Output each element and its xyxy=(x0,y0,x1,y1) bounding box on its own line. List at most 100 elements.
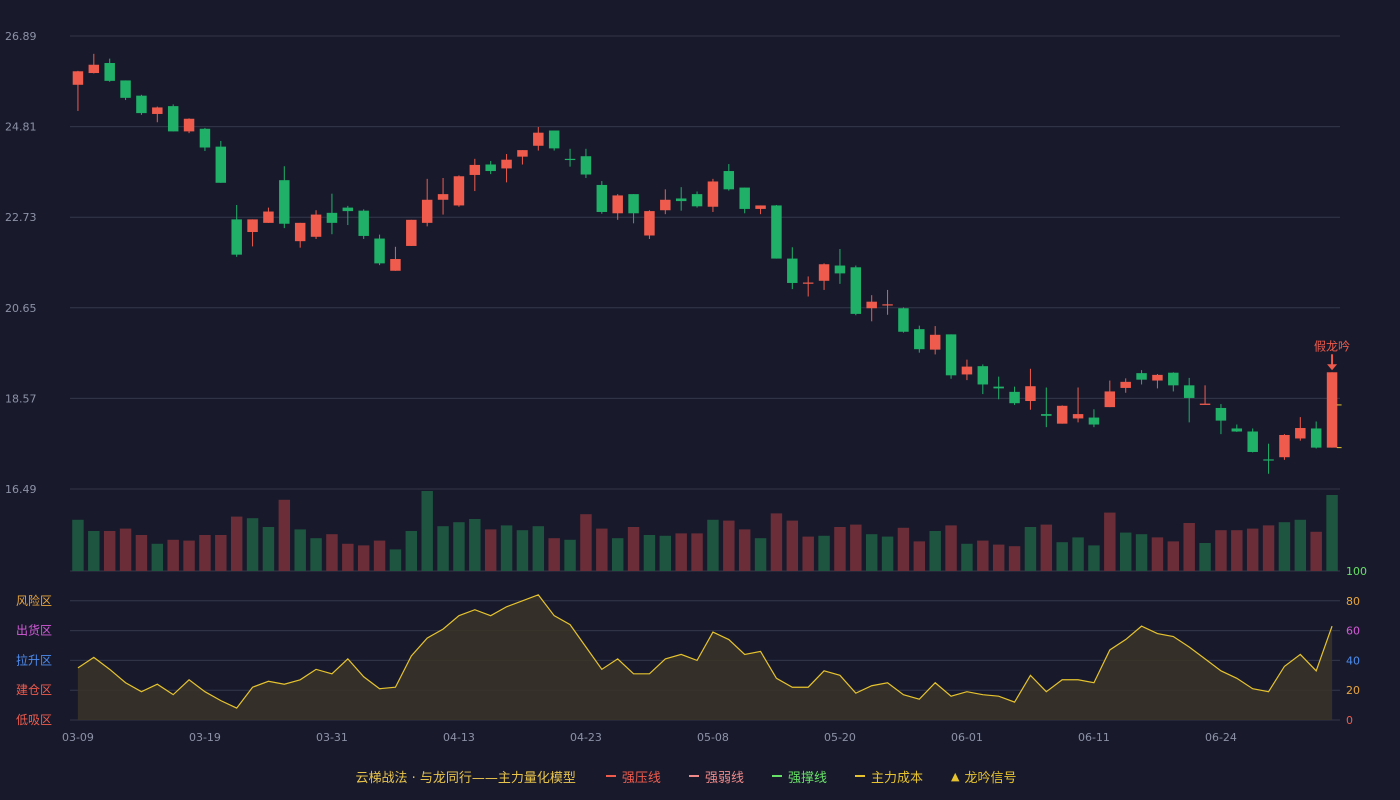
candle-body xyxy=(1183,385,1195,398)
candle-body xyxy=(628,194,639,214)
x-tick-label: 06-11 xyxy=(1078,731,1110,744)
zone-label: 建仓区 xyxy=(16,683,52,697)
volume-bar xyxy=(1040,524,1053,571)
price-tick-label: 22.73 xyxy=(5,211,37,224)
volume-bar xyxy=(802,536,814,571)
volume-bar xyxy=(977,540,989,571)
legend-item-strong-resistance[interactable]: 强压线 xyxy=(605,767,661,786)
legend-swatch-main-cost xyxy=(854,775,865,777)
candle-body xyxy=(993,386,1004,389)
volume-bar xyxy=(580,514,592,571)
x-tick-label: 03-09 xyxy=(62,731,94,744)
candle-body xyxy=(1247,431,1258,452)
volume-bar xyxy=(246,518,259,571)
candle-body xyxy=(437,194,449,200)
candle-body xyxy=(612,195,623,214)
candle-body xyxy=(1025,386,1036,402)
candle-body xyxy=(1199,403,1211,405)
volume-bar xyxy=(707,519,719,571)
candle-body xyxy=(485,164,496,172)
volume-bar xyxy=(389,549,402,571)
candle-body xyxy=(104,63,115,81)
volume-bar xyxy=(357,545,370,571)
volume-bar xyxy=(1024,527,1037,571)
zone-label: 拉升区 xyxy=(16,652,52,667)
volume-bar xyxy=(913,541,926,571)
indicator-tick-label: 40 xyxy=(1346,654,1360,667)
candle-body xyxy=(739,187,750,209)
volume-bar xyxy=(1183,523,1195,571)
x-tick-label: 05-08 xyxy=(697,731,729,744)
volume-bar xyxy=(1294,519,1307,571)
candle-body xyxy=(580,156,592,175)
volume-bar xyxy=(1262,525,1275,571)
price-tick-label: 18.57 xyxy=(5,392,37,405)
legend-label-dragon-signal: 龙吟信号 xyxy=(964,770,1017,786)
candle-body xyxy=(596,184,608,212)
volume-bar xyxy=(1008,546,1021,571)
candle-body xyxy=(88,64,100,74)
volume-bar xyxy=(929,531,941,571)
volume-bar xyxy=(500,525,513,571)
volume-bar xyxy=(453,522,465,571)
candle-body xyxy=(914,329,925,350)
candle-body xyxy=(453,176,465,206)
volume-bar xyxy=(183,540,195,571)
candle-body xyxy=(374,238,385,264)
candle-body xyxy=(1279,434,1290,458)
zone-label: 风险区 xyxy=(16,593,52,608)
volume-bar xyxy=(564,539,576,571)
signal-arrow-head xyxy=(1327,364,1338,371)
legend-item-strength-line[interactable]: 强弱线 xyxy=(688,767,744,786)
volume-bar xyxy=(437,526,449,571)
x-tick-label: 06-01 xyxy=(951,731,983,744)
volume-bar xyxy=(103,531,116,571)
candle-body xyxy=(136,95,147,114)
indicator-tick-label: 0 xyxy=(1346,714,1353,727)
volume-bar xyxy=(834,527,846,571)
indicator-area xyxy=(77,594,1333,720)
volume-bar xyxy=(532,526,545,571)
candle-body xyxy=(866,301,877,309)
candle-body xyxy=(707,181,719,207)
volume-bar xyxy=(850,524,862,571)
candle-body xyxy=(421,199,433,223)
volume-bar xyxy=(151,543,164,571)
candle-body xyxy=(675,198,687,202)
candle-body xyxy=(263,211,274,223)
candle-body xyxy=(326,212,338,223)
candle-body xyxy=(723,171,735,190)
indicator-tick-label: 80 xyxy=(1346,595,1360,608)
candle-body xyxy=(1088,417,1100,425)
legend-item-strong-support[interactable]: 强撑线 xyxy=(771,767,827,786)
volume-bar xyxy=(1278,522,1291,571)
volume-bar xyxy=(1088,545,1100,571)
legend-item-main-cost[interactable]: 主力成本 xyxy=(854,767,923,786)
volume-bar xyxy=(167,539,179,571)
volume-bar xyxy=(88,531,100,571)
candle-body xyxy=(1215,407,1227,421)
legend-item-dragon-signal[interactable]: ▲ 龙吟信号 xyxy=(951,767,1016,786)
candle-body xyxy=(929,334,941,350)
candle-body xyxy=(1310,428,1322,448)
volume-bar xyxy=(1135,534,1148,571)
volume-bar xyxy=(643,535,656,571)
volume-bar xyxy=(738,529,751,571)
x-tick-label: 05-20 xyxy=(824,731,856,744)
candle-body xyxy=(850,267,862,314)
legend-label-main-cost: 主力成本 xyxy=(870,770,923,786)
candle-body xyxy=(199,128,211,148)
x-tick-label: 04-13 xyxy=(443,731,475,744)
x-tick-label: 04-23 xyxy=(570,731,602,744)
candle-body xyxy=(644,211,655,236)
candle-body xyxy=(1072,414,1084,419)
volume-bar xyxy=(881,536,894,571)
volume-bar xyxy=(1104,512,1116,571)
x-tick-label: 03-19 xyxy=(189,731,221,744)
volume-bar xyxy=(1310,531,1322,571)
candle-body xyxy=(469,164,481,175)
volume-bar xyxy=(992,544,1005,571)
chart-svg: 26.89 24.81 22.73 20.65 18.57 16.49 假龙吟 100 80 60… xyxy=(5,30,1367,744)
candle-body xyxy=(310,214,322,237)
candle-body xyxy=(120,80,131,98)
